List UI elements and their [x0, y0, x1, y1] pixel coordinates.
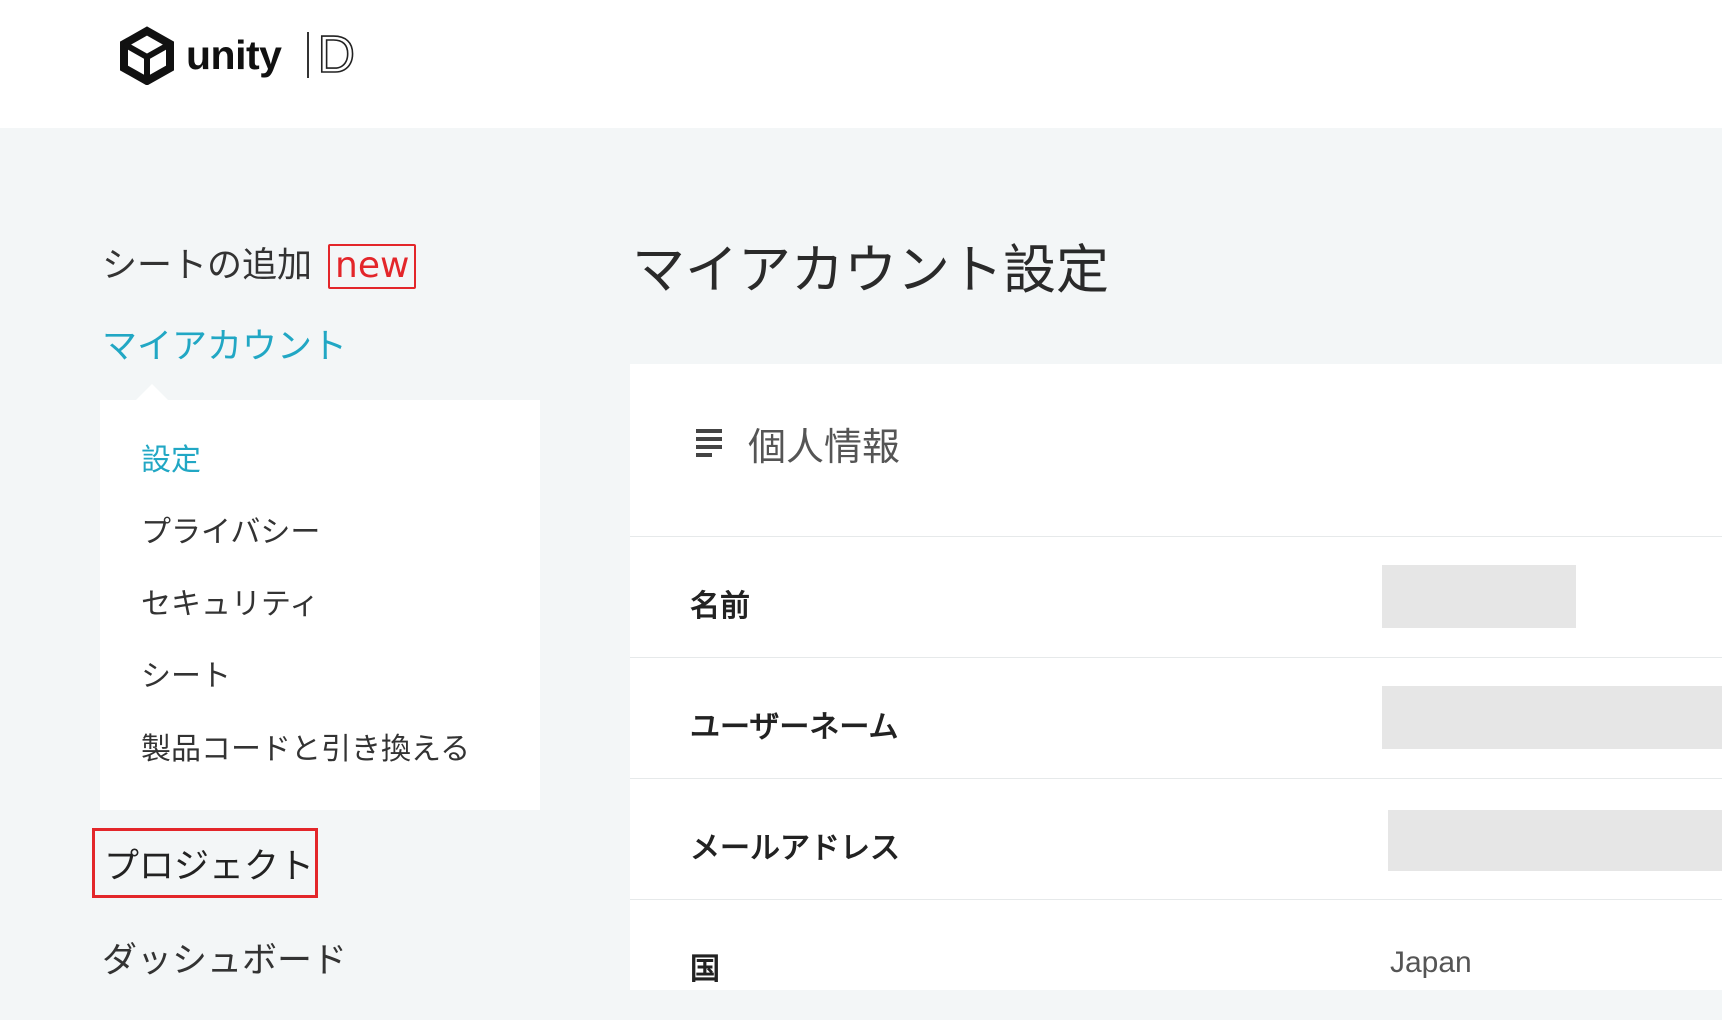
sidebar-item-dashboard[interactable]: ダッシュボード [102, 932, 347, 983]
field-row-name: 名前 [630, 536, 1722, 657]
submenu-item-redeem-code[interactable]: 製品コードと引き換える [141, 735, 470, 765]
page-title: マイアカウント設定 [632, 240, 1109, 301]
submenu-item-privacy[interactable]: プライバシー [141, 518, 320, 548]
sidebar-item-my-account[interactable]: マイアカウント [102, 330, 347, 365]
logo-id-text: D [317, 25, 356, 85]
field-row-country: 国 Japan [630, 899, 1722, 1020]
top-bar: unity D [0, 0, 1722, 128]
submenu-pointer [135, 384, 169, 401]
field-label-username: ユーザーネーム [690, 710, 899, 745]
field-label-name: 名前 [690, 589, 750, 624]
field-value-email [1388, 810, 1722, 871]
field-label-email: メールアドレス [690, 831, 900, 866]
section-title: 個人情報 [748, 425, 901, 469]
account-submenu: 設定 プライバシー セキュリティ シート 製品コードと引き換える [100, 384, 540, 810]
sidebar-item-label: プロジェクト [104, 846, 315, 887]
field-value-country: Japan [1390, 946, 1472, 979]
field-value-username [1382, 686, 1722, 749]
sidebar-item-add-seat[interactable]: シートの追加 new [102, 244, 417, 289]
logo-text: unity [186, 31, 282, 78]
personal-info-card: 個人情報 名前 ユーザーネーム メールアドレス 国 Japan [630, 364, 1722, 990]
unity-cube-icon [120, 26, 174, 85]
unity-id-logo[interactable]: unity D [118, 20, 356, 90]
field-row-username: ユーザーネーム [630, 657, 1722, 778]
submenu-item-security[interactable]: セキュリティ [141, 590, 319, 620]
sidebar-item-label: シートの追加 [102, 246, 313, 286]
list-icon [696, 428, 722, 459]
logo-divider [307, 32, 310, 78]
field-value-name [1382, 565, 1576, 628]
sidebar-item-projects[interactable]: プロジェクト [92, 828, 318, 898]
new-badge: new [328, 244, 417, 289]
field-label-country: 国 [690, 952, 720, 987]
submenu-item-settings[interactable]: 設定 [141, 446, 201, 476]
field-row-email: メールアドレス [630, 778, 1722, 899]
card-header: 個人情報 [696, 416, 900, 471]
submenu-item-seats[interactable]: シート [141, 662, 231, 692]
